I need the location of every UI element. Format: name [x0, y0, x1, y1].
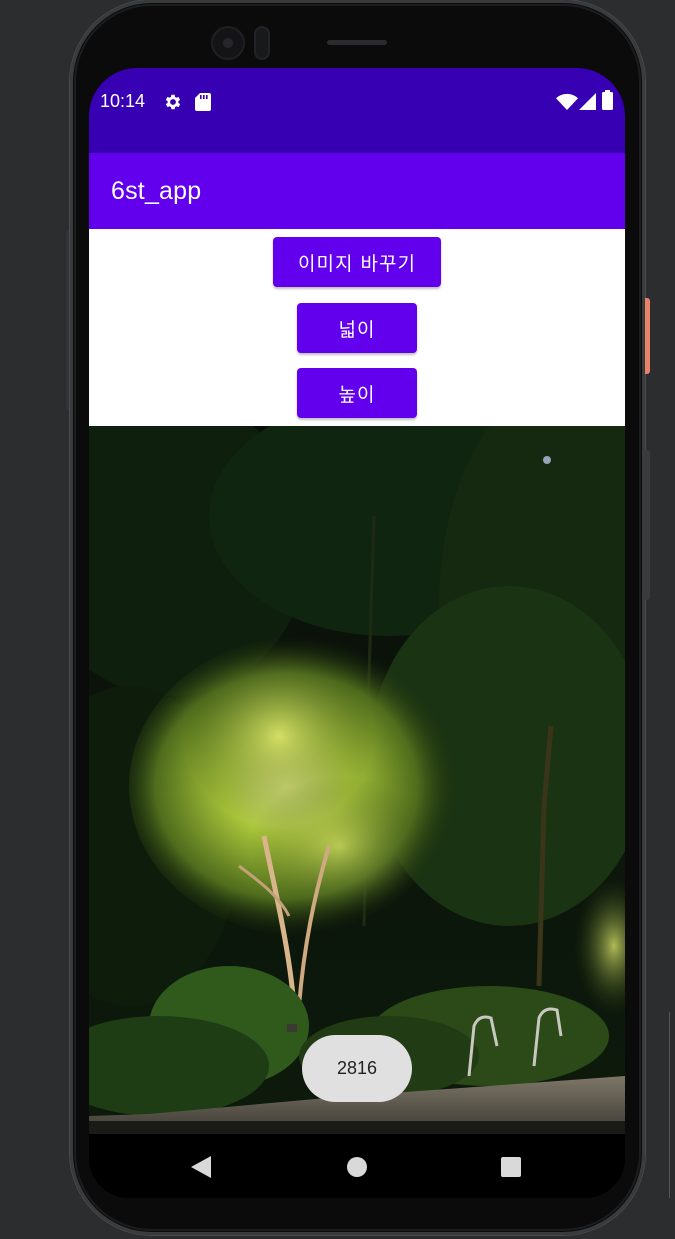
proximity-sensor [256, 28, 268, 58]
earpiece-speaker [327, 40, 387, 45]
status-time: 10:14 [100, 91, 146, 111]
back-icon[interactable] [191, 1156, 211, 1182]
sd-card-icon [194, 92, 212, 116]
navigation-bar [89, 1134, 625, 1198]
button-panel: 이미지 바꾸기 넓이 높이 [89, 229, 625, 426]
height-button[interactable]: 높이 [297, 368, 417, 418]
app-toolbar: 6st_app [89, 153, 625, 229]
battery-icon [602, 90, 613, 114]
garden-photo [89, 426, 625, 1134]
change-image-button[interactable]: 이미지 바꾸기 [273, 237, 441, 287]
home-icon[interactable] [347, 1157, 367, 1181]
wifi-icon [556, 93, 578, 115]
volume-button[interactable] [645, 450, 650, 600]
front-camera [213, 28, 243, 58]
power-button[interactable] [645, 298, 650, 374]
window-edge [669, 1012, 675, 1198]
app-title: 6st_app [111, 177, 202, 205]
status-bar: 10:14 [89, 68, 625, 153]
gear-icon [163, 92, 183, 116]
width-button[interactable]: 넓이 [297, 303, 417, 353]
recents-icon[interactable] [501, 1157, 521, 1181]
toast-message: 2816 [302, 1035, 412, 1102]
phone-screen: 10:14 6st_app 이미지 바꾸기 넓이 높이 2816 [89, 68, 625, 1198]
signal-icon [579, 93, 596, 114]
